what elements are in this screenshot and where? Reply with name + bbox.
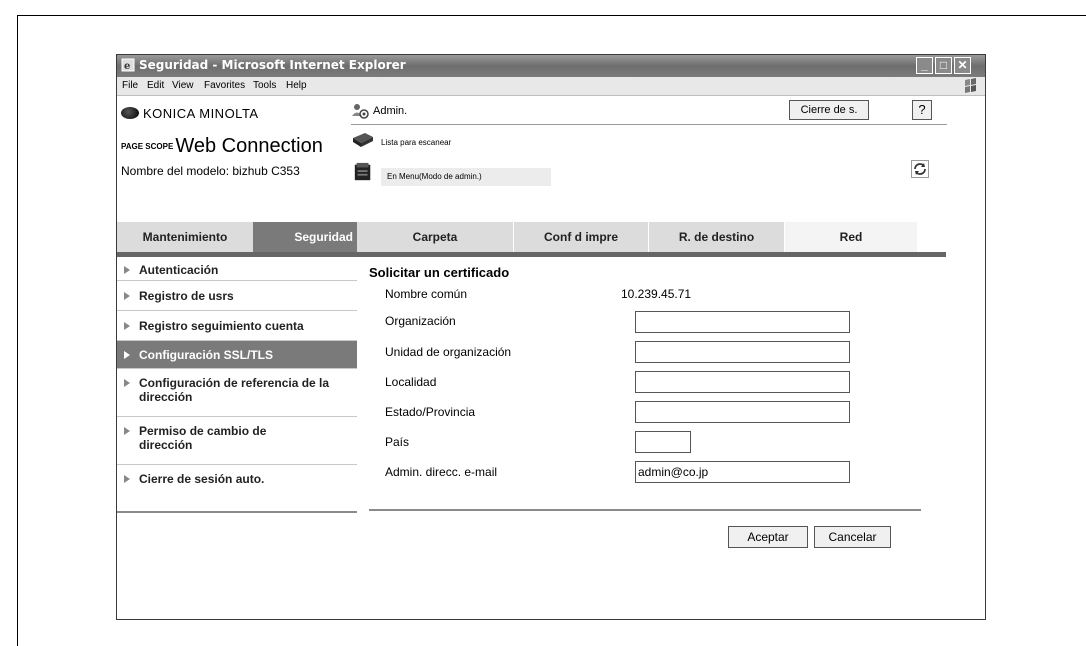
locality-label: Localidad <box>385 375 437 389</box>
admin-email-field[interactable] <box>635 461 850 483</box>
org-unit-field[interactable] <box>635 341 850 363</box>
common-name-value: 10.239.45.71 <box>621 287 692 301</box>
refresh-icon[interactable] <box>911 160 929 178</box>
admin-email-label: Admin. direcc. e-mail <box>385 465 498 479</box>
admin-user-icon <box>352 104 369 119</box>
sidebar-divider <box>117 511 357 513</box>
sidebar-item-autenticacion[interactable]: Autenticación <box>117 257 357 281</box>
sidebar-item-registro-seguimiento[interactable]: Registro seguimiento cuenta <box>117 311 357 341</box>
tab-seguridad[interactable]: Seguridad <box>253 222 357 252</box>
triangle-right-icon <box>124 427 130 435</box>
model-name: Nombre del modelo: bizhub C353 <box>121 164 300 178</box>
pagescope-web-connection-logo: PAGE SCOPE Web Connection <box>121 135 323 157</box>
menu-help[interactable]: Help <box>286 80 307 91</box>
menu-file[interactable]: File <box>122 80 138 91</box>
form-divider <box>369 509 921 511</box>
menu-edit[interactable]: Edit <box>147 80 164 91</box>
help-button[interactable]: ? <box>912 100 932 120</box>
svg-text:e: e <box>124 61 130 72</box>
printer-icon <box>354 162 371 181</box>
state-field[interactable] <box>635 401 850 423</box>
internet-explorer-icon: e <box>121 58 135 72</box>
sidebar-item-ssl-tls[interactable]: Configuración SSL/TLS <box>117 341 357 369</box>
triangle-right-icon <box>124 475 130 483</box>
sidebar: Autenticación Registro de usrs Registro … <box>117 257 357 513</box>
sidebar-item-cierre-sesion[interactable]: Cierre de sesión auto. <box>117 465 357 493</box>
title-bar: e Seguridad - Microsoft Internet Explore… <box>117 55 985 77</box>
tab-red[interactable]: Red <box>785 222 917 252</box>
admin-label: Admin. <box>373 105 408 117</box>
mode-status-text: En Menu(Modo de admin.) <box>381 168 551 186</box>
menu-favorites[interactable]: Favorites <box>204 80 245 91</box>
cancel-button[interactable]: Cancelar <box>814 526 891 548</box>
triangle-right-icon <box>124 266 130 274</box>
common-name-label: Nombre común <box>385 287 468 301</box>
konica-minolta-globe-icon <box>121 107 139 119</box>
sidebar-item-registro-usrs[interactable]: Registro de usrs <box>117 281 357 311</box>
tab-destino[interactable]: R. de destino <box>649 222 784 252</box>
sidebar-item-referencia-direccion[interactable]: Configuración de referencia de la direcc… <box>117 369 357 417</box>
menu-bar: File Edit View Favorites Tools Help <box>117 77 985 96</box>
triangle-right-icon <box>124 292 130 300</box>
triangle-right-icon <box>124 379 130 387</box>
tab-mantenimiento[interactable]: Mantenimiento <box>117 222 253 252</box>
state-label: Estado/Provincia <box>385 405 476 419</box>
logout-button[interactable]: Cierre de s. <box>789 100 869 120</box>
organization-label: Organización <box>385 314 456 328</box>
scan-status-text: Lista para escanear <box>381 138 452 147</box>
menu-tools[interactable]: Tools <box>253 80 276 91</box>
accept-button[interactable]: Aceptar <box>728 526 808 548</box>
window-title: Seguridad - Microsoft Internet Explorer <box>139 58 406 72</box>
windows-flag-icon <box>965 78 976 93</box>
browser-window: e Seguridad - Microsoft Internet Explore… <box>116 54 986 620</box>
konica-minolta-logo: KONICA MINOLTA <box>121 106 259 121</box>
minimize-button[interactable]: _ <box>916 57 933 74</box>
main-tabs: Mantenimiento Seguridad Carpeta Conf d i… <box>117 222 917 252</box>
menu-view[interactable]: View <box>172 80 194 91</box>
country-field[interactable] <box>635 431 691 453</box>
tab-conf-impre[interactable]: Conf d impre <box>514 222 648 252</box>
organization-field[interactable] <box>635 311 850 333</box>
maximize-button[interactable]: □ <box>935 57 952 74</box>
admin-bar: Admin. Cierre de s. ? <box>351 100 947 125</box>
tab-carpeta[interactable]: Carpeta <box>357 222 513 252</box>
close-button[interactable]: ✕ <box>954 57 971 74</box>
country-label: País <box>385 435 410 449</box>
scanner-icon <box>353 133 373 147</box>
page-content: KONICA MINOLTA PAGE SCOPE Web Connection … <box>117 96 985 619</box>
sidebar-item-permiso-cambio[interactable]: Permiso de cambio de dirección <box>117 417 357 465</box>
triangle-right-icon <box>124 322 130 330</box>
locality-field[interactable] <box>635 371 850 393</box>
triangle-right-icon <box>124 351 130 359</box>
form-title: Solicitar un certificado <box>369 265 510 280</box>
org-unit-label: Unidad de organización <box>385 345 512 359</box>
